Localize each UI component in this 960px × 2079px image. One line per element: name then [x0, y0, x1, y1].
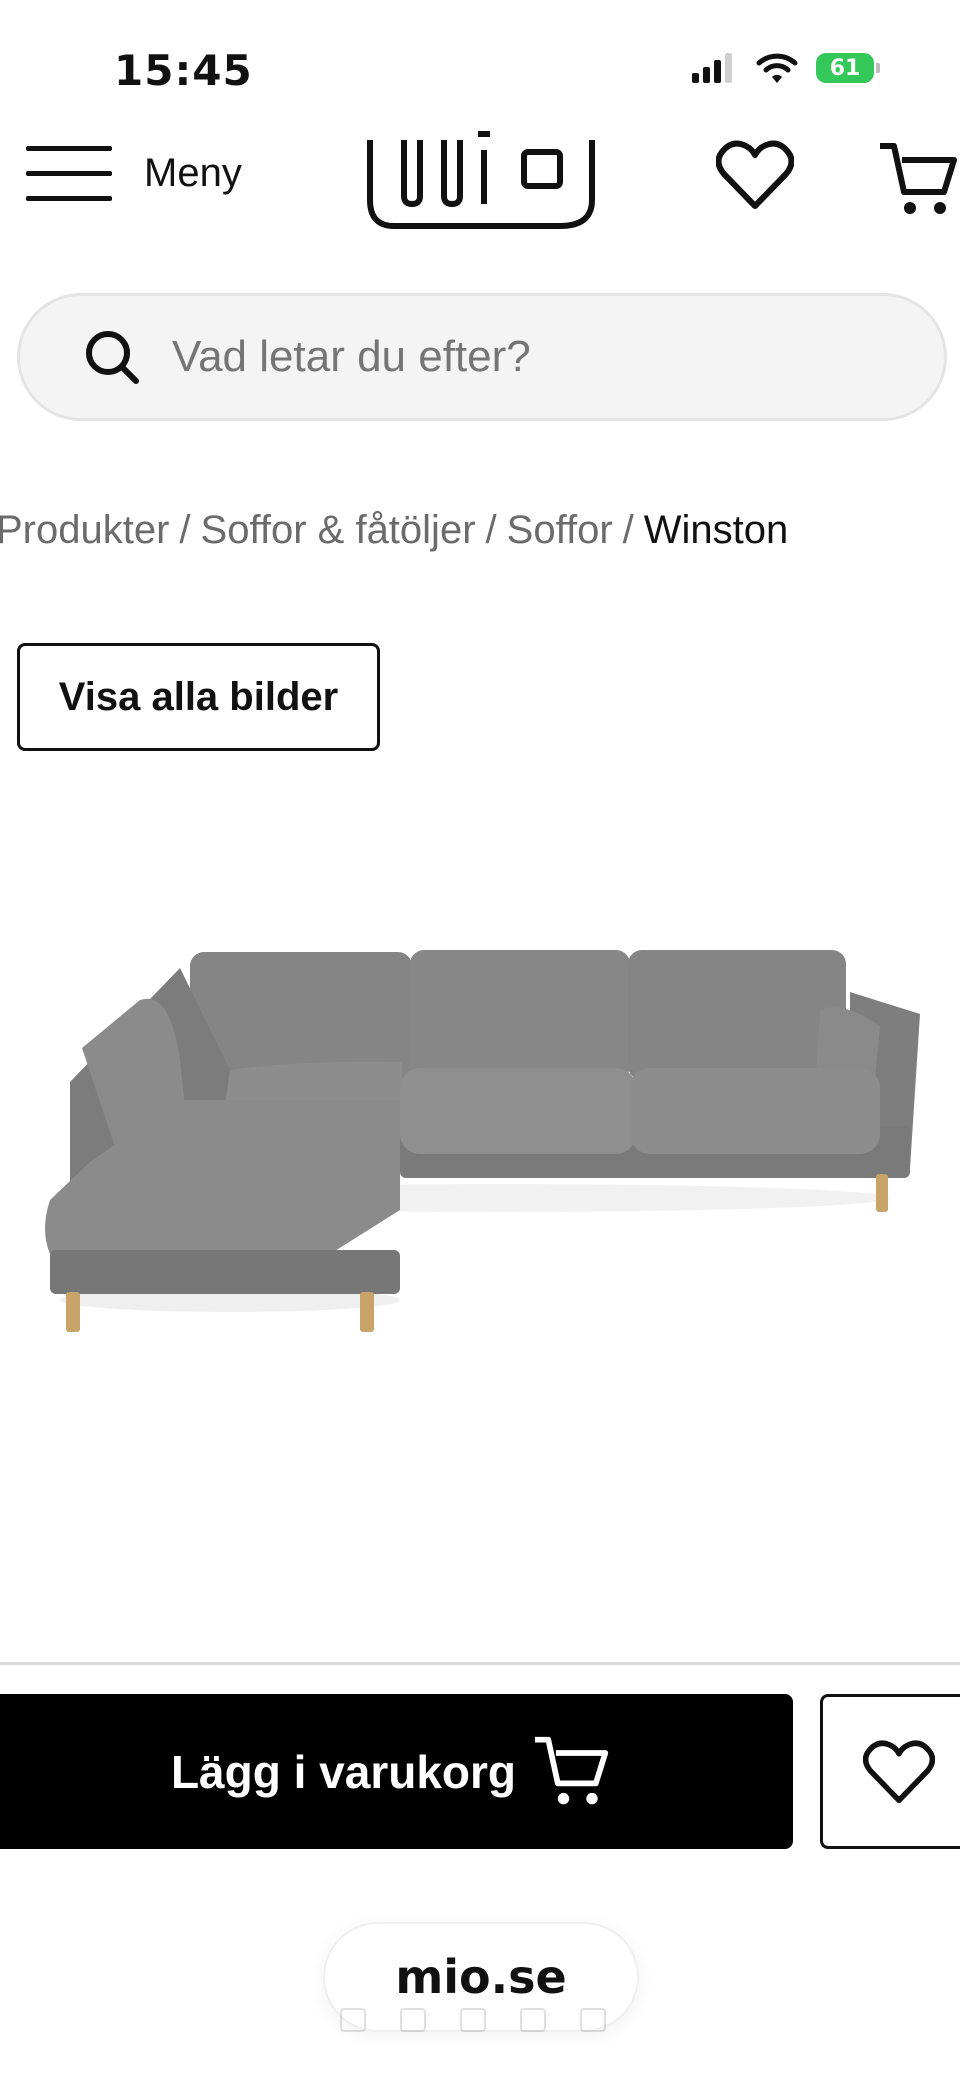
breadcrumb-item-produkter[interactable]: Produkter	[0, 508, 169, 553]
back-icon[interactable]	[340, 2008, 366, 2032]
tabs-icon[interactable]	[580, 2008, 606, 2032]
breadcrumb-item-current: Winston	[643, 508, 789, 552]
cart-icon	[535, 1736, 609, 1804]
add-to-wishlist-button[interactable]	[820, 1694, 960, 1849]
breadcrumb-separator: /	[179, 508, 191, 552]
divider	[0, 1662, 960, 1665]
status-time: 15:45	[114, 46, 253, 95]
wishlist-button[interactable]	[715, 140, 795, 215]
battery-level: 61	[816, 53, 874, 83]
breadcrumb: Produkter / Soffor & fåtöljer / Soffor /…	[0, 508, 788, 553]
site-header: Meny	[0, 130, 960, 290]
wifi-icon	[756, 53, 798, 83]
breadcrumb-item-soffor[interactable]: Soffor	[507, 508, 613, 553]
cellular-signal-icon	[692, 53, 732, 83]
search-bar[interactable]	[17, 293, 947, 421]
search-input[interactable]	[172, 332, 872, 382]
bookmarks-icon[interactable]	[520, 2008, 546, 2032]
search-icon	[86, 331, 139, 384]
battery-icon: 61	[816, 53, 880, 83]
hamburger-icon	[26, 146, 112, 201]
cart-button[interactable]	[880, 140, 960, 225]
browser-toolbar	[340, 2008, 606, 2032]
add-to-cart-button[interactable]: Lägg i varukorg	[0, 1694, 793, 1849]
breadcrumb-separator: /	[622, 508, 634, 552]
breadcrumb-item-soffor-fatoljer[interactable]: Soffor & fåtöljer	[201, 508, 476, 553]
show-all-images-button[interactable]: Visa alla bilder	[17, 643, 380, 751]
cart-icon	[880, 143, 957, 214]
status-bar: 15:45 61	[0, 0, 960, 130]
menu-label: Meny	[144, 150, 242, 195]
breadcrumb-separator: /	[485, 508, 497, 552]
heart-icon	[715, 140, 795, 209]
add-to-cart-label: Lägg i varukorg	[170, 1745, 517, 1798]
product-image[interactable]	[30, 930, 930, 1350]
mio-logo[interactable]	[364, 130, 598, 235]
heart-icon	[863, 1740, 935, 1803]
share-icon[interactable]	[460, 2008, 486, 2032]
status-icons: 61	[692, 52, 880, 84]
browser-url: mio.se	[395, 1950, 567, 2004]
forward-icon[interactable]	[400, 2008, 426, 2032]
menu-button[interactable]: Meny	[26, 142, 242, 204]
